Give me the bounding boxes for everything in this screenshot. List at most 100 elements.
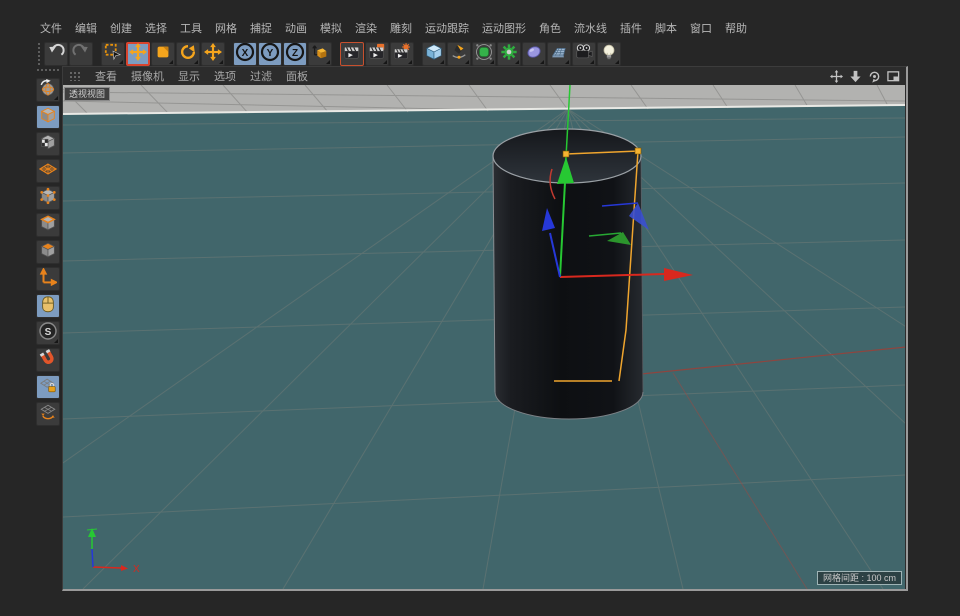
viewport-nav-controls <box>830 70 900 83</box>
viewport-menu-cameras[interactable]: 摄像机 <box>131 68 164 84</box>
y-axis-letter: Y <box>267 49 274 59</box>
enable-axis-button[interactable] <box>36 267 60 291</box>
coordinate-system-icon <box>311 43 329 66</box>
floor-icon <box>550 43 568 66</box>
subdivision-surface-button[interactable] <box>472 42 496 66</box>
snap-button[interactable]: S <box>36 321 60 345</box>
render-settings-button[interactable] <box>390 42 414 66</box>
volume-button[interactable] <box>522 42 546 66</box>
undo-button[interactable] <box>44 42 68 66</box>
texture-mode-button[interactable] <box>36 132 60 156</box>
lock-y-axis-button[interactable]: Y <box>258 42 282 66</box>
render-picture-viewer-button[interactable] <box>365 42 389 66</box>
rotate-view-icon[interactable] <box>868 70 881 83</box>
menu-create[interactable]: 创建 <box>110 20 132 36</box>
move-tool-button[interactable] <box>126 42 150 66</box>
rotate-tool-button[interactable] <box>176 42 200 66</box>
add-cube-button[interactable] <box>422 42 446 66</box>
pan-view-icon[interactable] <box>830 70 843 83</box>
make-editable-button[interactable] <box>36 78 60 102</box>
make-editable-icon <box>39 79 57 102</box>
menu-mograph[interactable]: 运动图形 <box>482 20 526 36</box>
menu-sculpt[interactable]: 雕刻 <box>390 20 412 36</box>
free-move-tool-button[interactable] <box>201 42 225 66</box>
live-selection-icon <box>104 43 122 66</box>
menu-simulate[interactable]: 模拟 <box>320 20 342 36</box>
menu-window[interactable]: 窗口 <box>690 20 712 36</box>
3d-scene[interactable]: 透视视图 网格间距 : 100 cm <box>63 85 905 589</box>
enable-snap-button[interactable] <box>36 348 60 372</box>
render-view-icon <box>343 43 361 66</box>
render-picture-viewer-icon <box>368 43 386 66</box>
workplane-mode-button[interactable] <box>36 159 60 183</box>
selection-handle-top-left[interactable] <box>563 151 569 157</box>
points-mode-icon <box>39 187 57 210</box>
viewport-menu-bar: 查看 摄像机 显示 选项 过滤 面板 <box>63 67 906 85</box>
model-mode-button[interactable] <box>36 105 60 129</box>
render-settings-icon <box>393 43 411 66</box>
rotate-icon <box>179 43 197 66</box>
menu-plugins[interactable]: 插件 <box>620 20 642 36</box>
snap-letter: S <box>45 328 52 338</box>
zoom-view-icon[interactable] <box>849 70 862 83</box>
viewport-menu-filter[interactable]: 过滤 <box>250 68 272 84</box>
live-selection-button[interactable] <box>101 42 125 66</box>
light-button[interactable] <box>597 42 621 66</box>
workplane-orientation-button[interactable] <box>36 402 60 426</box>
model-mode-icon <box>39 106 57 129</box>
edges-mode-icon <box>39 214 57 237</box>
menu-motion-tracker[interactable]: 运动跟踪 <box>425 20 469 36</box>
polygons-mode-button[interactable] <box>36 240 60 264</box>
palette-drag-handle[interactable] <box>36 68 60 73</box>
viewport-solo-button[interactable] <box>36 294 60 318</box>
main-toolbar: X Y Z <box>37 42 622 66</box>
menu-mesh[interactable]: 网格 <box>215 20 237 36</box>
spline-pen-icon <box>450 43 468 66</box>
menu-tools[interactable]: 工具 <box>180 20 202 36</box>
redo-button[interactable] <box>69 42 93 66</box>
edges-mode-button[interactable] <box>36 213 60 237</box>
viewport-menu-view[interactable]: 查看 <box>95 68 117 84</box>
menu-file[interactable]: 文件 <box>40 20 62 36</box>
coordinate-system-button[interactable] <box>308 42 332 66</box>
menu-render[interactable]: 渲染 <box>355 20 377 36</box>
lock-workplane-button[interactable] <box>36 375 60 399</box>
cinema4d-app: { "menu_bar": { "items": ["文件","编辑","创建"… <box>0 0 960 616</box>
magnet-icon <box>39 349 57 372</box>
scale-tool-button[interactable] <box>151 42 175 66</box>
x-axis-letter: X <box>242 49 249 59</box>
menu-snap[interactable]: 捕捉 <box>250 20 272 36</box>
viewport-drag-handle[interactable] <box>69 71 81 81</box>
menu-edit[interactable]: 编辑 <box>75 20 97 36</box>
workplane-mode-icon <box>39 160 57 183</box>
render-view-button[interactable] <box>340 42 364 66</box>
spline-pen-button[interactable] <box>447 42 471 66</box>
view-label[interactable]: 透视视图 <box>64 87 110 101</box>
camera-button[interactable] <box>572 42 596 66</box>
viewport-menu-options[interactable]: 选项 <box>214 68 236 84</box>
selection-handle-top-right[interactable] <box>635 148 641 154</box>
ground-plane <box>63 105 905 589</box>
workplane-rotate-icon <box>39 403 57 426</box>
menu-animate[interactable]: 动画 <box>285 20 307 36</box>
toolbar-drag-handle[interactable] <box>37 42 42 66</box>
lock-workplane-icon <box>39 376 57 399</box>
generators-button[interactable] <box>497 42 521 66</box>
subdivision-surface-icon <box>475 43 493 66</box>
menu-character[interactable]: 角色 <box>539 20 561 36</box>
menu-help[interactable]: 帮助 <box>725 20 747 36</box>
viewport-menu-panel[interactable]: 面板 <box>286 68 308 84</box>
menu-script[interactable]: 脚本 <box>655 20 677 36</box>
lock-z-axis-button[interactable]: Z <box>283 42 307 66</box>
viewport-menu-display[interactable]: 显示 <box>178 68 200 84</box>
menu-pipeline[interactable]: 流水线 <box>574 20 607 36</box>
toggle-layout-icon[interactable] <box>887 70 900 83</box>
menu-select[interactable]: 选择 <box>145 20 167 36</box>
lock-x-axis-button[interactable]: X <box>233 42 257 66</box>
floor-button[interactable] <box>547 42 571 66</box>
camera-icon <box>575 43 593 66</box>
cube-primitive-icon <box>425 43 443 66</box>
mode-palette: S <box>36 68 61 426</box>
points-mode-button[interactable] <box>36 186 60 210</box>
scene-canvas: X <box>63 85 905 589</box>
